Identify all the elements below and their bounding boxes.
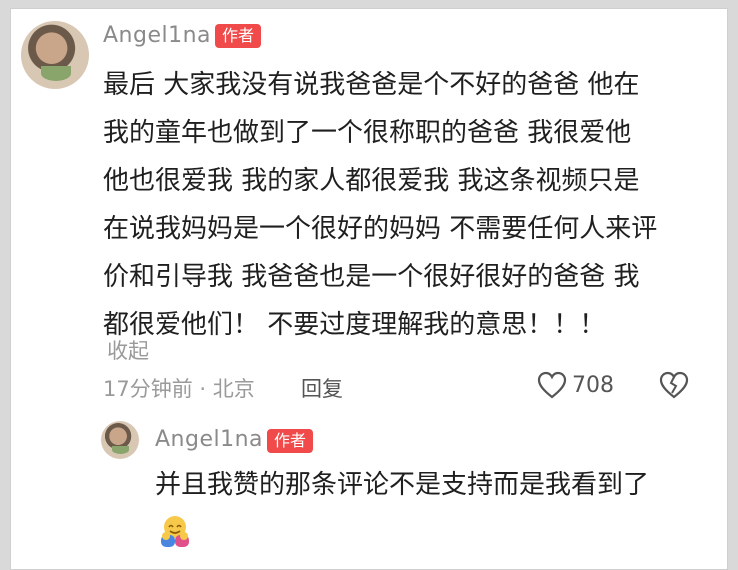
like-count: 708 [572, 373, 614, 398]
comment-line: 他也很爱我 我的家人都很爱我 我这条视频只是 [103, 166, 640, 196]
author-badge: 作者 [215, 24, 262, 48]
comment-line: 在说我妈妈是一个很好的妈妈 不需要任何人来评 [103, 214, 658, 244]
avatar-detail [112, 446, 130, 455]
comment-line: 我的童年也做到了一个很称职的爸爸 我很爱他 [103, 118, 632, 148]
comment-panel: Angel1na 作者 最后 大家我没有说我爸爸是个不好的爸爸 他在 我的童年也… [10, 8, 728, 570]
avatar-detail [41, 65, 72, 81]
comment-line: 价和引导我 我爸爸也是一个很好很好的爸爸 我 [103, 262, 640, 292]
avatar[interactable] [21, 21, 89, 89]
collapse-button[interactable]: 收起 [107, 335, 149, 365]
reply-button[interactable]: 回复 [301, 373, 343, 403]
heart-icon[interactable] [537, 371, 567, 399]
comment-line: 都很爱他们！ 不要过度理解我的意思！！！ [103, 310, 606, 340]
comment-body: 最后 大家我没有说我爸爸是个不好的爸爸 他在 我的童年也做到了一个很称职的爸爸 … [103, 61, 657, 349]
reply-avatar[interactable] [101, 421, 139, 459]
comment-line: 最后 大家我没有说我爸爸是个不好的爸爸 他在 [103, 70, 640, 100]
comment-meta: 17分钟前 · 北京 [103, 377, 255, 401]
comment-username[interactable]: Angel1na [103, 23, 211, 48]
reply-username[interactable]: Angel1na [155, 427, 263, 452]
broken-heart-icon[interactable] [659, 371, 689, 399]
hug-emoji-icon [157, 513, 193, 549]
reply-author-badge: 作者 [267, 429, 314, 453]
reply-body: 并且我赞的那条评论不是支持而是我看到了 [155, 470, 650, 500]
